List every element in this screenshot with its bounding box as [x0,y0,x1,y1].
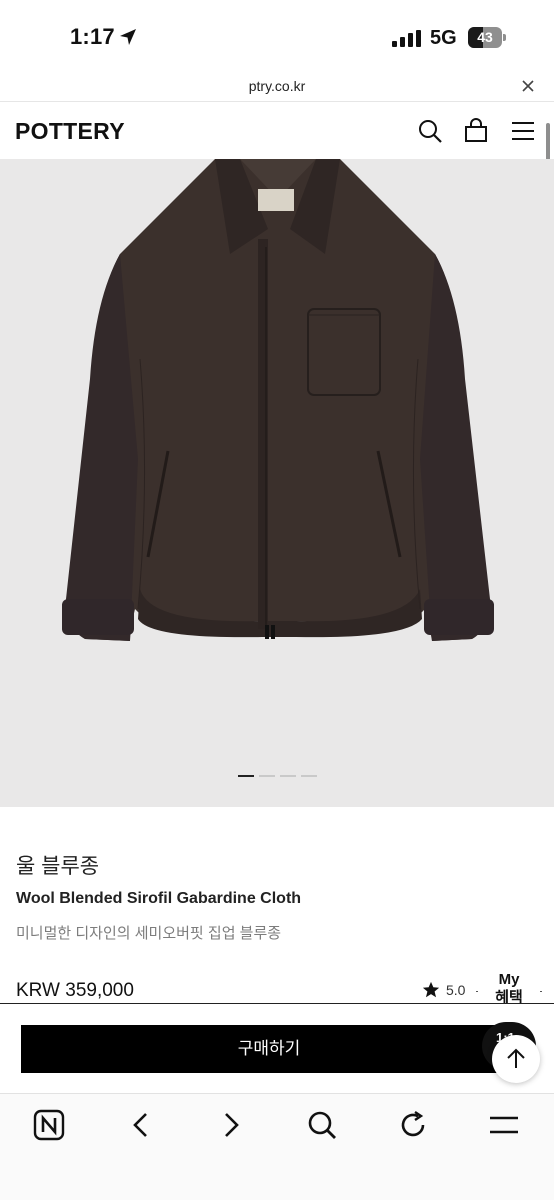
naver-home-icon [33,1109,65,1141]
hamburger-menu-icon[interactable] [509,117,537,145]
arrow-up-icon [507,1048,525,1068]
carousel-dot[interactable] [301,775,317,777]
naver-home-button[interactable] [32,1108,66,1142]
location-arrow-icon [120,29,136,45]
carousel-dot[interactable] [259,775,275,777]
forward-button[interactable] [214,1108,248,1142]
site-logo[interactable]: POTTERY [15,118,125,145]
jacket-illustration [62,159,494,641]
toolbar-search-button[interactable] [305,1108,339,1142]
product-name-english: Wool Blended Sirofil Gabardine Cloth [16,890,302,907]
refresh-button[interactable] [396,1108,430,1142]
back-button[interactable] [124,1108,158,1142]
my-benefit-label-1: My [498,971,520,988]
scroll-top-button[interactable] [492,1035,540,1083]
product-image[interactable] [0,159,554,807]
url-bar[interactable]: ptry.co.kr [0,74,554,102]
status-time: 1:17 [70,24,115,49]
search-icon [308,1111,336,1139]
battery-cap [503,34,506,41]
buy-area: 구매하기 1:1 [0,1004,554,1092]
toolbar-menu-button[interactable] [487,1108,521,1142]
battery-level-text: 43 [477,29,493,45]
close-icon[interactable] [520,78,536,94]
menu-icon [490,1116,518,1134]
product-description: 미니멀한 디자인의 세미오버핏 집업 블루종 [16,925,282,942]
forward-arrow-icon [225,1113,239,1137]
buy-button[interactable]: 구매하기 [21,1025,517,1073]
status-bar: 1:17 5G 43 [0,0,554,74]
refresh-icon [401,1111,425,1137]
rating-value: 5.0 [446,982,466,998]
star-icon [422,981,440,998]
search-icon[interactable] [416,117,444,145]
product-name-korean: 울 블루종 [16,855,100,878]
back-arrow-icon [133,1113,147,1137]
signal-bars-icon [392,30,421,47]
network-label: 5G [430,27,457,49]
shopping-bag-icon[interactable] [462,117,490,145]
product-price: KRW 359,000 [16,980,134,1001]
carousel-dot[interactable] [238,775,254,777]
url-text[interactable]: ptry.co.kr [0,78,554,94]
site-header: POTTERY [0,103,554,159]
battery-icon: 43 [468,27,506,48]
browser-toolbar [0,1093,554,1200]
carousel-dot[interactable] [280,775,296,777]
